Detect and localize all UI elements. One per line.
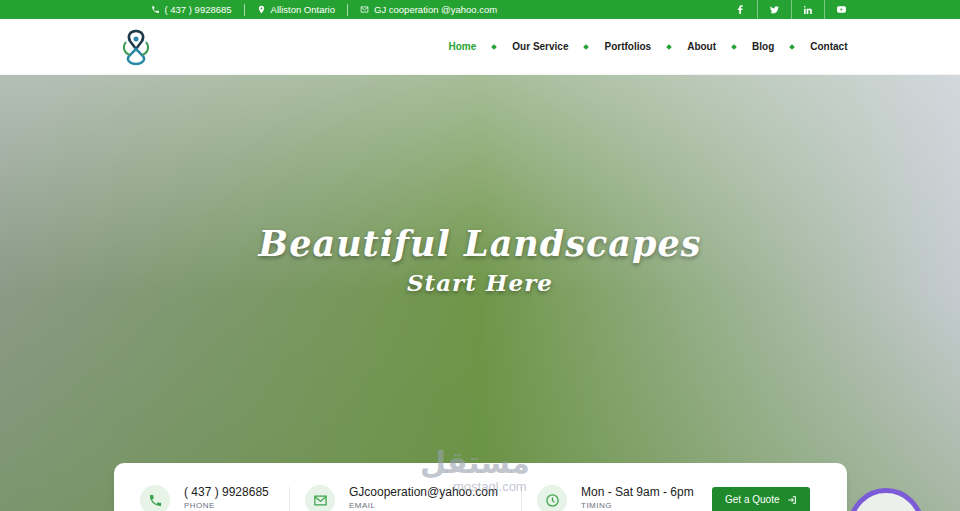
contact-label: EMAIL — [349, 500, 498, 511]
main-nav: Home Our Service Portfolios About Blog Contac… — [449, 39, 848, 54]
contact-value: ( 437 ) 9928685 — [184, 485, 269, 500]
separator — [289, 487, 290, 511]
linkedin-icon[interactable] — [792, 6, 824, 14]
button-label: Get a Quote — [725, 494, 779, 506]
nav-link[interactable]: About — [687, 39, 716, 54]
email-icon — [305, 485, 335, 511]
hero-title: Beautiful Landscapes — [259, 222, 702, 266]
separator — [347, 4, 348, 16]
email-icon — [360, 5, 369, 14]
contact-value: GJcooperation@yahoo.com — [349, 485, 498, 500]
contact-item: GJcooperation@yahoo.comEMAIL — [305, 485, 521, 511]
topbar-item: ( 437 ) 9928685 — [151, 4, 232, 16]
contact-text: Mon - Sat 9am - 6pmTIMING — [581, 485, 694, 511]
phone-icon — [140, 485, 170, 511]
hero-subtitle: Start Here — [407, 268, 553, 298]
topbar-item: Alliston Ontario — [257, 4, 335, 16]
location-icon — [257, 5, 266, 14]
watermark-text: مستقل — [420, 446, 530, 480]
facebook-icon[interactable] — [723, 5, 757, 14]
youtube-icon[interactable] — [825, 6, 846, 13]
contact-label: PHONE — [184, 500, 269, 511]
nav-link[interactable]: Contact — [810, 39, 847, 54]
contact-value: Mon - Sat 9am - 6pm — [581, 485, 694, 500]
clock-icon — [537, 485, 567, 511]
separator — [521, 487, 522, 511]
twitter-icon[interactable] — [758, 6, 791, 14]
topbar-text[interactable]: ( 437 ) 9928685 — [165, 4, 232, 16]
topbar-text: Alliston Ontario — [271, 4, 335, 16]
separator — [244, 4, 245, 16]
hero-section: Beautiful Landscapes Start Here ( 437 ) … — [0, 75, 960, 511]
social-links — [723, 0, 846, 19]
sign-in-arrow-icon — [787, 495, 797, 505]
nav-link[interactable]: Blog — [752, 39, 774, 54]
nav-link[interactable]: Home — [449, 39, 477, 54]
watermark: مستقلmostaql.com — [420, 446, 530, 494]
logo-icon[interactable] — [119, 27, 153, 67]
contact-item: Mon - Sat 9am - 6pmTIMING — [537, 485, 712, 511]
contact-item: ( 437 ) 9928685PHONE — [140, 485, 289, 511]
nav-separator — [666, 44, 672, 50]
topbar-item: GJ cooperation @yahoo.com — [360, 4, 497, 16]
watermark-sub: mostaql.com — [453, 480, 527, 494]
contact-card: ( 437 ) 9928685PHONE GJcooperation@yahoo.… — [114, 463, 847, 511]
nav-link[interactable]: Our Service — [512, 39, 568, 54]
nav-separator — [584, 44, 590, 50]
main-header: Home Our Service Portfolios About Blog Contac… — [0, 19, 960, 75]
contact-label: TIMING — [581, 500, 694, 511]
nav-separator — [491, 44, 497, 50]
contact-text: GJcooperation@yahoo.comEMAIL — [349, 485, 498, 511]
phone-icon — [151, 5, 160, 14]
top-bar: ( 437 ) 9928685 Alliston Ontario GJ cooper… — [0, 0, 960, 19]
contact-text: ( 437 ) 9928685PHONE — [184, 485, 269, 511]
nav-link[interactable]: Portfolios — [604, 39, 651, 54]
nav-separator — [731, 44, 737, 50]
nav-separator — [789, 44, 795, 50]
topbar-text[interactable]: GJ cooperation @yahoo.com — [374, 4, 497, 16]
get-quote-button[interactable]: Get a Quote — [712, 487, 810, 511]
